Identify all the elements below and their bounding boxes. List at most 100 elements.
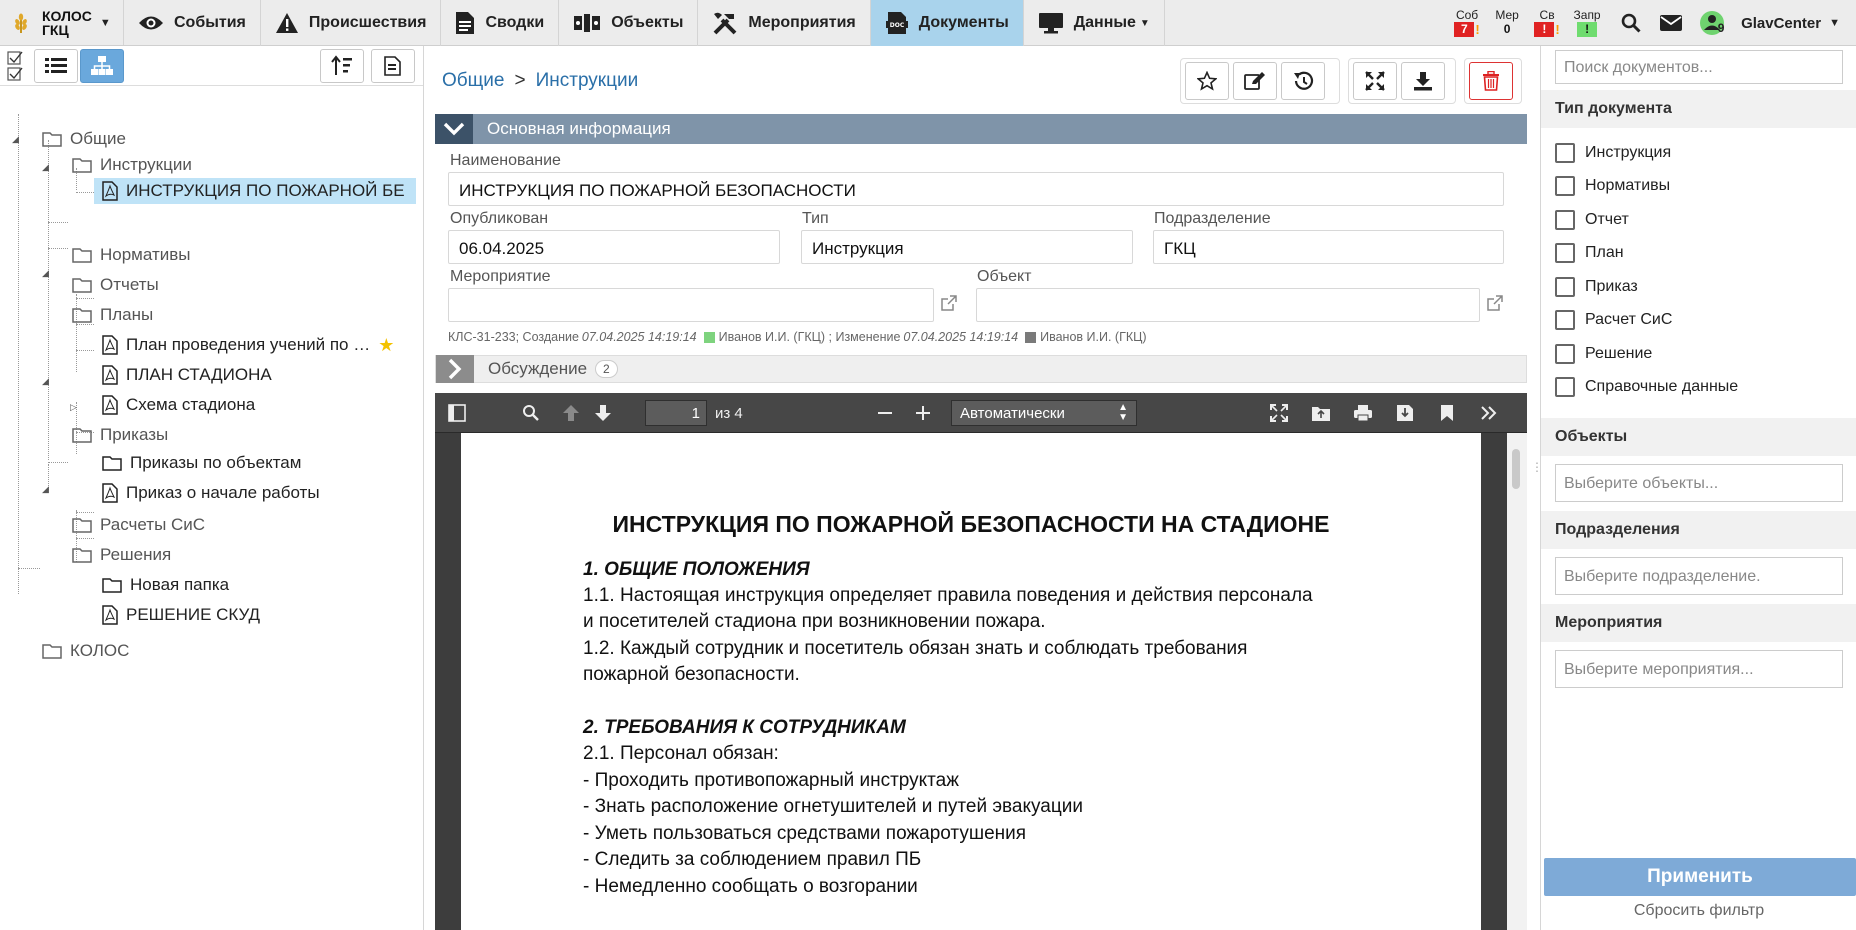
counter-reports[interactable]: Св !! — [1531, 9, 1563, 37]
brand-menu[interactable]: КОЛОС ГКЦ ▼ — [0, 0, 124, 45]
reset-filter-button[interactable]: Сбросить фильтр — [1541, 902, 1856, 920]
event-field[interactable] — [448, 288, 934, 322]
delete-button[interactable] — [1469, 62, 1513, 100]
download-button[interactable] — [1401, 62, 1445, 100]
checkbox[interactable] — [1555, 310, 1575, 330]
department-field[interactable]: ГКЦ — [1153, 230, 1504, 264]
checkbox[interactable] — [1555, 243, 1575, 263]
checkbox[interactable] — [1555, 210, 1575, 230]
name-field[interactable]: ИНСТРУКЦИЯ ПО ПОЖАРНОЙ БЕЗОПАСНОСТИ — [448, 172, 1504, 206]
list-view-button[interactable] — [34, 49, 78, 83]
tree-folder-plans[interactable]: Планы — [72, 302, 153, 328]
user-menu[interactable]: GlavCenter ▼ — [1731, 15, 1856, 32]
edit-button[interactable] — [1233, 62, 1277, 100]
zoom-in-button[interactable] — [909, 399, 937, 427]
external-link-icon[interactable] — [940, 294, 958, 312]
presentation-mode-button[interactable] — [1265, 399, 1293, 427]
departments-select[interactable]: Выберите подразделение. — [1555, 557, 1843, 595]
collapse-toggle[interactable]: ◢ — [42, 484, 49, 495]
nav-reports[interactable]: Сводки — [441, 0, 560, 46]
history-button[interactable] — [1281, 62, 1325, 100]
external-link-icon[interactable] — [1486, 294, 1504, 312]
zoom-out-button[interactable] — [871, 399, 899, 427]
object-field[interactable] — [976, 288, 1480, 322]
tree-doc-stadium-plan[interactable]: ПЛАН СТАДИОНА — [102, 362, 272, 388]
open-file-button[interactable] — [1307, 399, 1335, 427]
filter-type-decision[interactable]: Решение — [1555, 344, 1652, 364]
sidebar-toggle-button[interactable] — [443, 399, 471, 427]
tree-folder-reports[interactable]: Отчеты — [72, 272, 159, 298]
tree-doc-fire-safety[interactable]: ИНСТРУКЦИЯ ПО ПОЖАРНОЙ БЕ — [94, 178, 416, 204]
online-users-button[interactable]: 9 — [1691, 0, 1731, 46]
messages-button[interactable] — [1651, 0, 1691, 46]
tree-folder-new[interactable]: Новая папка — [102, 572, 229, 598]
filter-type-plan[interactable]: План — [1555, 243, 1624, 263]
tree-folder-instructions[interactable]: Инструкции — [72, 152, 192, 178]
type-field[interactable]: Инструкция — [801, 230, 1133, 264]
page-number-input[interactable]: 1 — [645, 400, 707, 426]
checkbox[interactable] — [1555, 176, 1575, 196]
print-button[interactable] — [1349, 399, 1377, 427]
pdf-search-button[interactable] — [517, 399, 545, 427]
counter-events[interactable]: Соб 7! — [1451, 9, 1483, 37]
tree-folder-calculations[interactable]: Расчеты СиС — [72, 512, 205, 538]
tree-folder-orders-objects[interactable]: Приказы по объектам — [102, 450, 301, 476]
section-main-info[interactable]: Основная информация — [435, 114, 1527, 144]
panel-splitter[interactable]: ⋮ — [1531, 460, 1543, 490]
objects-select[interactable]: Выберите объекты... — [1555, 464, 1843, 502]
tree-doc-skud-decision[interactable]: РЕШЕНИЕ СКУД — [102, 602, 260, 628]
zoom-select[interactable]: Автоматически ▲ ▼ — [951, 400, 1137, 426]
next-page-button[interactable] — [589, 399, 617, 427]
breadcrumb-current[interactable]: Инструкции — [536, 70, 639, 91]
pdf-download-button[interactable] — [1391, 399, 1419, 427]
nav-data[interactable]: Данные ▼ — [1024, 0, 1165, 46]
events-select[interactable]: Выберите мероприятия... — [1555, 650, 1843, 688]
nav-documents[interactable]: DOC Документы — [870, 0, 1024, 46]
published-date-field[interactable]: 06.04.2025 — [448, 230, 780, 264]
collapse-toggle[interactable]: ◢ — [42, 268, 49, 279]
fullscreen-button[interactable] — [1353, 62, 1397, 100]
tree-folder-decisions[interactable]: Решения — [72, 542, 171, 568]
nav-events[interactable]: События — [124, 0, 261, 46]
search-button[interactable] — [1611, 0, 1651, 46]
filter-type-report[interactable]: Отчет — [1555, 210, 1629, 230]
collapse-toggle[interactable]: ◢ — [12, 134, 19, 145]
filter-type-instruction[interactable]: Инструкция — [1555, 143, 1671, 163]
sort-button[interactable] — [320, 49, 364, 83]
checkbox[interactable] — [1555, 143, 1575, 163]
collapse-toggle[interactable]: ◢ — [42, 162, 49, 173]
checkbox[interactable] — [1555, 377, 1575, 397]
document-search-input[interactable]: Поиск документов... — [1555, 50, 1843, 84]
filter-type-calculation[interactable]: Расчет СиС — [1555, 310, 1672, 330]
favorite-button[interactable] — [1185, 62, 1229, 100]
breadcrumb-root[interactable]: Общие — [442, 70, 504, 91]
export-button[interactable] — [371, 49, 415, 83]
tree-doc-start-order[interactable]: Приказ о начале работы — [102, 480, 320, 506]
filter-type-reference[interactable]: Справочные данные — [1555, 377, 1738, 397]
prev-page-button[interactable] — [557, 399, 585, 427]
counter-activities[interactable]: Мер 0 — [1491, 9, 1523, 37]
tree-folder-general[interactable]: Общие — [42, 126, 126, 152]
apply-filter-button[interactable]: Применить — [1544, 858, 1856, 896]
tree-doc-drill-plan[interactable]: План проведения учений по … ★ — [102, 332, 394, 358]
tree-view-button[interactable] — [80, 49, 124, 83]
counter-requests[interactable]: Запр ! — [1571, 9, 1603, 37]
bookmark-button[interactable] — [1433, 399, 1461, 427]
nav-activities[interactable]: Мероприятия — [698, 0, 871, 46]
tree-folder-normatives[interactable]: Нормативы — [72, 242, 191, 268]
pdf-scrollbar[interactable] — [1507, 433, 1527, 930]
checkbox[interactable] — [1555, 277, 1575, 297]
expand-toggle[interactable]: ▷ — [70, 402, 77, 413]
collapse-toggle[interactable]: ◢ — [42, 376, 49, 387]
checkbox[interactable] — [1555, 344, 1575, 364]
nav-objects[interactable]: Объекты — [559, 0, 699, 46]
section-discussion[interactable]: Обсуждение 2 — [435, 355, 1527, 383]
filter-type-normatives[interactable]: Нормативы — [1555, 176, 1670, 196]
tree-folder-orders[interactable]: Приказы — [72, 422, 168, 448]
filter-type-order[interactable]: Приказ — [1555, 277, 1638, 297]
tree-doc-stadium-scheme[interactable]: Схема стадиона — [102, 392, 255, 418]
nav-incidents[interactable]: Происшествия — [261, 0, 442, 46]
scrollbar-thumb[interactable] — [1512, 449, 1520, 489]
tree-folder-kolos[interactable]: КОЛОС — [42, 638, 129, 664]
more-tools-button[interactable] — [1475, 399, 1503, 427]
